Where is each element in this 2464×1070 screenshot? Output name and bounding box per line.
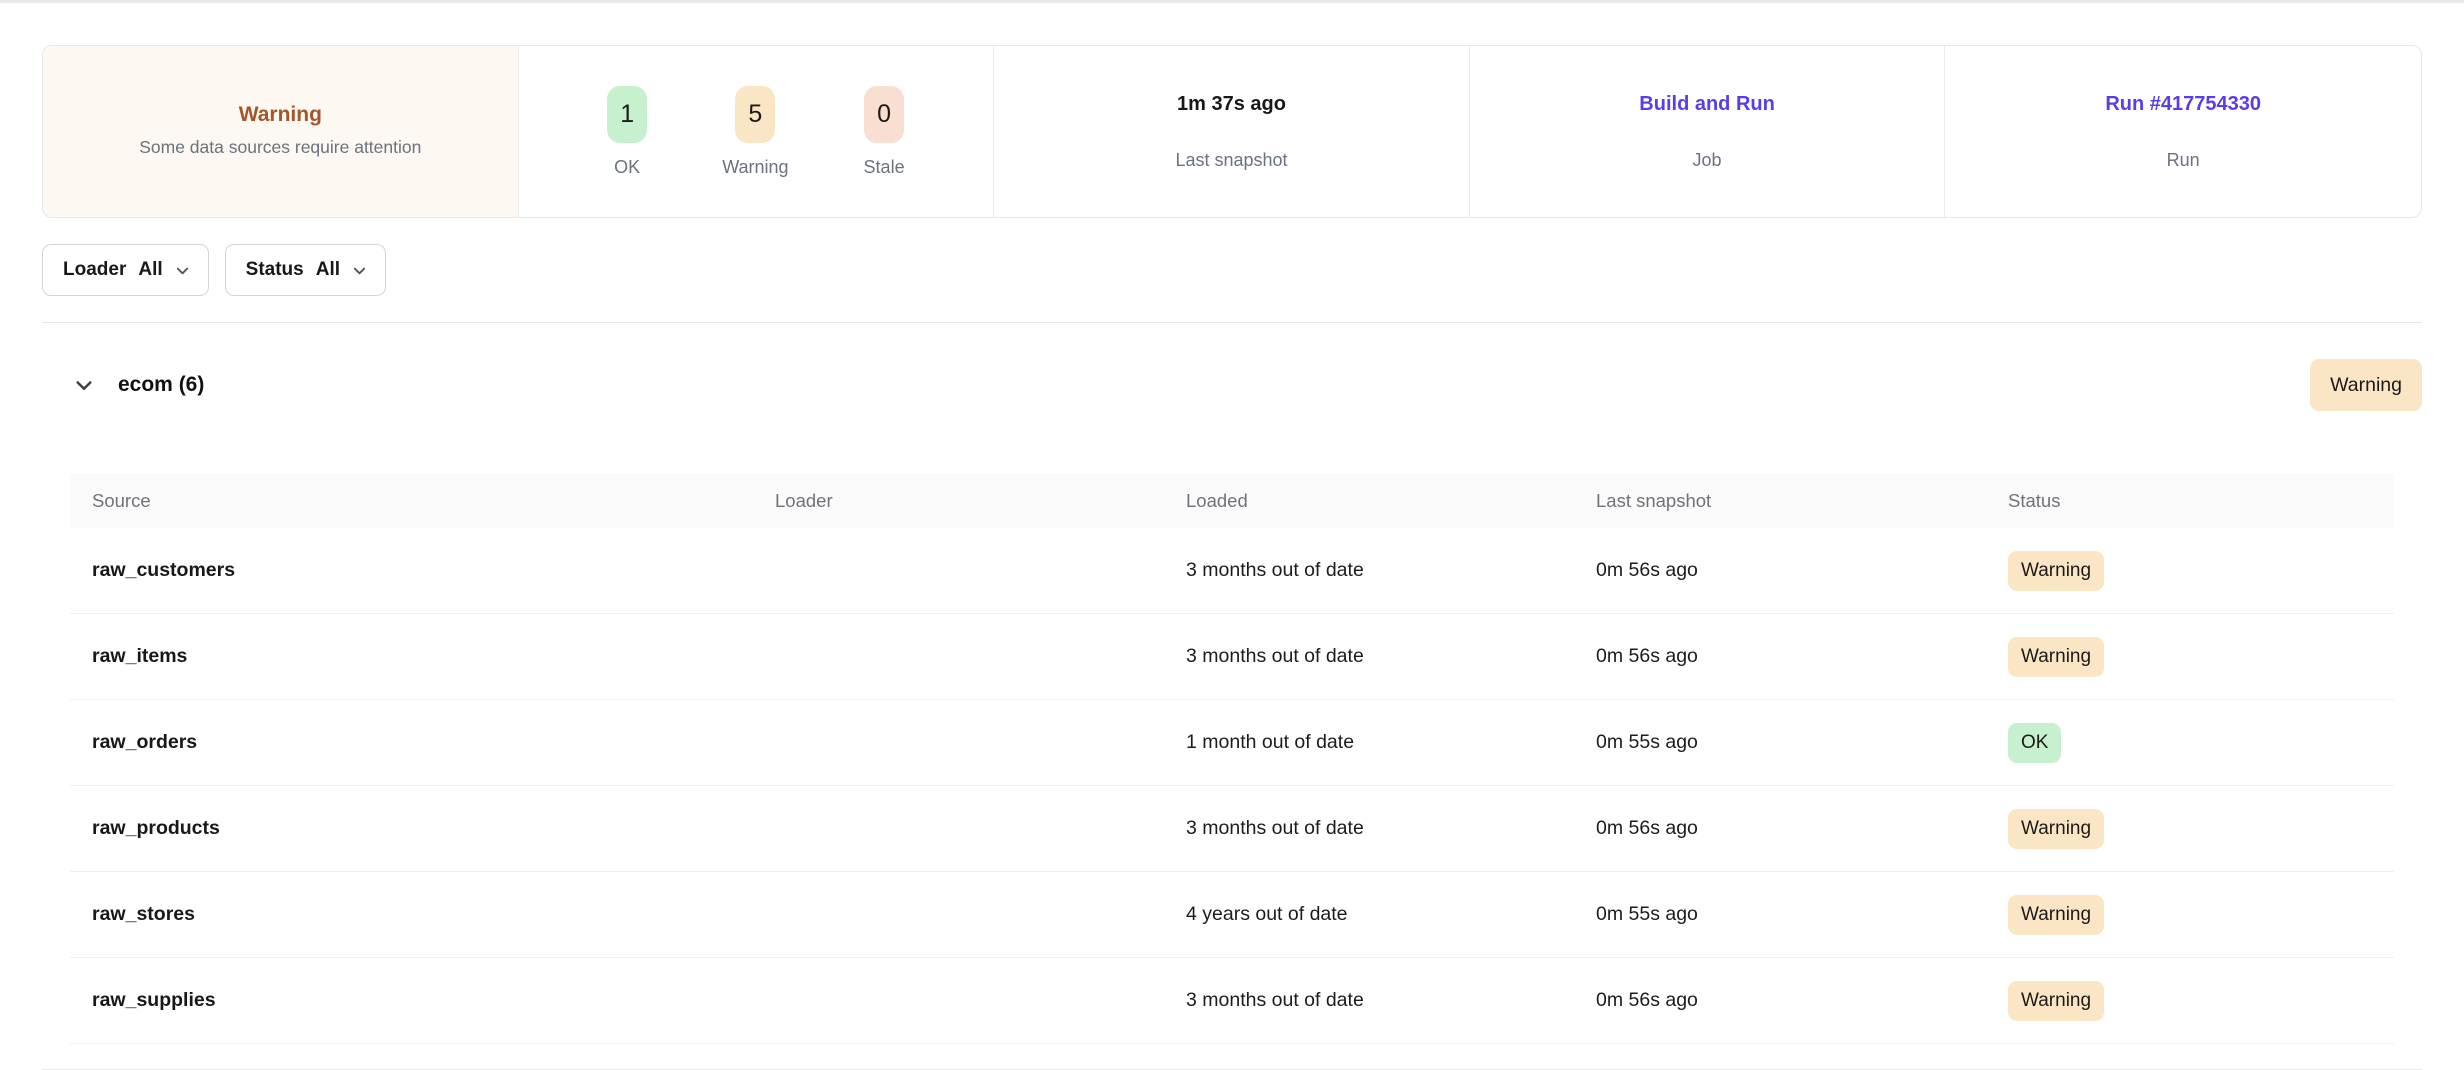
status-badge: Warning bbox=[2008, 809, 2104, 849]
overall-status-section: Warning Some data sources require attent… bbox=[43, 46, 519, 217]
loaded-cell: 3 months out of date bbox=[1186, 559, 1596, 582]
column-header-status: Status bbox=[2008, 490, 2394, 512]
filters-bar: Loader All Status All bbox=[42, 244, 2422, 296]
run-section: Run #417754330 Run bbox=[1945, 46, 2421, 217]
source-name-cell: raw_stores bbox=[92, 903, 775, 926]
status-badge: Warning bbox=[2008, 637, 2104, 677]
collapse-group-button[interactable] bbox=[72, 373, 96, 397]
job-label: Job bbox=[1693, 150, 1722, 171]
count-stale: 0 Stale bbox=[864, 86, 905, 178]
loaded-cell: 3 months out of date bbox=[1186, 989, 1596, 1012]
counts-section: 1 OK 5 Warning 0 Stale bbox=[519, 46, 995, 217]
column-header-source: Source bbox=[92, 490, 775, 512]
column-header-last-snapshot: Last snapshot bbox=[1596, 490, 2008, 512]
source-name-cell: raw_orders bbox=[92, 731, 775, 754]
status-badge: Warning bbox=[2008, 551, 2104, 591]
loaded-cell: 3 months out of date bbox=[1186, 645, 1596, 668]
count-ok-value: 1 bbox=[607, 86, 647, 143]
source-name-cell: raw_supplies bbox=[92, 989, 775, 1012]
chevron-down-icon bbox=[175, 263, 190, 278]
run-link[interactable]: Run #417754330 bbox=[2105, 93, 2261, 116]
source-name-cell: raw_products bbox=[92, 817, 775, 840]
column-header-loader: Loader bbox=[775, 490, 1186, 512]
loaded-cell: 1 month out of date bbox=[1186, 731, 1596, 754]
loaded-cell: 3 months out of date bbox=[1186, 817, 1596, 840]
group-title: ecom (6) bbox=[118, 373, 204, 397]
count-warning-label: Warning bbox=[722, 157, 788, 178]
loader-filter-dropdown[interactable]: Loader All bbox=[42, 244, 209, 296]
job-link[interactable]: Build and Run bbox=[1639, 93, 1775, 116]
last-snapshot-cell: 0m 56s ago bbox=[1596, 559, 2008, 582]
status-badge: OK bbox=[2008, 723, 2061, 763]
last-snapshot-cell: 0m 56s ago bbox=[1596, 817, 2008, 840]
summary-card: Warning Some data sources require attent… bbox=[42, 45, 2422, 218]
counts-row: 1 OK 5 Warning 0 Stale bbox=[607, 86, 904, 178]
status-filter-label: Status bbox=[246, 259, 304, 281]
sources-table: Source Loader Loaded Last snapshot Statu… bbox=[70, 474, 2394, 1044]
table-row: raw_orders 1 month out of date 0m 55s ag… bbox=[70, 700, 2394, 786]
chevron-down-icon bbox=[74, 375, 94, 395]
table-header-row: Source Loader Loaded Last snapshot Statu… bbox=[70, 474, 2394, 528]
table-row: raw_supplies 3 months out of date 0m 56s… bbox=[70, 958, 2394, 1044]
group-header-ecom: ecom (6) Warning bbox=[42, 359, 2422, 411]
table-row: raw_customers 3 months out of date 0m 56… bbox=[70, 528, 2394, 614]
section-divider bbox=[42, 322, 2422, 323]
source-name-cell: raw_items bbox=[92, 645, 775, 668]
status-badge: Warning bbox=[2008, 895, 2104, 935]
count-ok: 1 OK bbox=[607, 86, 647, 178]
last-snapshot-label: Last snapshot bbox=[1175, 150, 1287, 171]
last-snapshot-section: 1m 37s ago Last snapshot bbox=[994, 46, 1470, 217]
last-snapshot-cell: 0m 56s ago bbox=[1596, 645, 2008, 668]
table-row: raw_stores 4 years out of date 0m 55s ag… bbox=[70, 872, 2394, 958]
count-warning: 5 Warning bbox=[722, 86, 788, 178]
column-header-loaded: Loaded bbox=[1186, 490, 1596, 512]
overall-status-title: Warning bbox=[239, 103, 322, 127]
status-filter-dropdown[interactable]: Status All bbox=[225, 244, 386, 296]
last-snapshot-cell: 0m 56s ago bbox=[1596, 989, 2008, 1012]
chevron-down-icon bbox=[352, 263, 367, 278]
data-sources-page: Warning Some data sources require attent… bbox=[0, 45, 2464, 1070]
job-section: Build and Run Job bbox=[1470, 46, 1946, 217]
run-label: Run bbox=[2167, 150, 2200, 171]
overall-status-subtitle: Some data sources require attention bbox=[139, 135, 421, 160]
last-snapshot-value: 1m 37s ago bbox=[1177, 93, 1286, 116]
table-row: raw_items 3 months out of date 0m 56s ag… bbox=[70, 614, 2394, 700]
count-ok-label: OK bbox=[614, 157, 640, 178]
status-filter-value: All bbox=[316, 259, 340, 281]
last-snapshot-cell: 0m 55s ago bbox=[1596, 903, 2008, 926]
source-name-cell: raw_customers bbox=[92, 559, 775, 582]
count-stale-value: 0 bbox=[864, 86, 904, 143]
last-snapshot-cell: 0m 55s ago bbox=[1596, 731, 2008, 754]
count-warning-value: 5 bbox=[735, 86, 775, 143]
table-row: raw_products 3 months out of date 0m 56s… bbox=[70, 786, 2394, 872]
loader-filter-value: All bbox=[138, 259, 162, 281]
table-body: raw_customers 3 months out of date 0m 56… bbox=[70, 528, 2394, 1044]
loader-filter-label: Loader bbox=[63, 259, 126, 281]
count-stale-label: Stale bbox=[864, 157, 905, 178]
group-status-badge: Warning bbox=[2310, 359, 2422, 411]
status-badge: Warning bbox=[2008, 981, 2104, 1021]
loaded-cell: 4 years out of date bbox=[1186, 903, 1596, 926]
